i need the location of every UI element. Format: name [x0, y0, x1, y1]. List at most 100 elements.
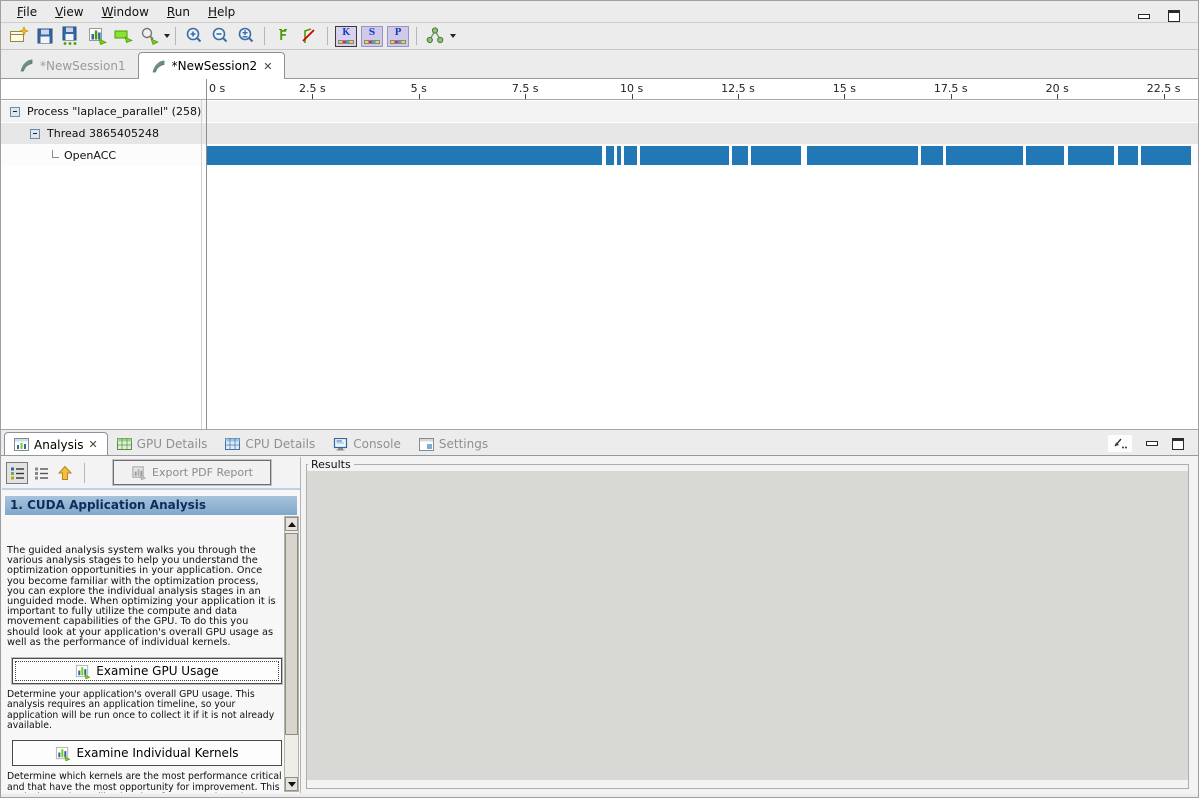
timeline-interval[interactable] — [606, 146, 614, 165]
back-up-button[interactable] — [54, 462, 76, 484]
cpu-details-icon — [225, 438, 240, 450]
timeline-interval[interactable] — [1026, 146, 1064, 165]
timeline-interval[interactable] — [207, 146, 602, 165]
scroll-down-button[interactable] — [285, 777, 298, 791]
close-icon[interactable]: ✕ — [88, 439, 97, 450]
clear-marker-icon — [299, 26, 319, 46]
color-by-process-toggle[interactable]: P — [387, 26, 409, 47]
zoom-out-button[interactable] — [207, 25, 233, 48]
collect-dropdown-caret[interactable] — [164, 34, 170, 38]
examine-individual-kernels-button[interactable]: Examine Individual Kernels — [12, 740, 282, 766]
tick-label: 17.5 s — [934, 82, 968, 95]
tab-session-2[interactable]: *NewSession2 ✕ — [138, 52, 286, 79]
analysis-dropdown-caret[interactable] — [450, 34, 456, 38]
export-pdf-button[interactable]: Export PDF Report — [113, 460, 271, 485]
tick-label: 2.5 s — [299, 82, 326, 95]
tab-analysis[interactable]: Analysis ✕ — [4, 432, 108, 456]
menu-run[interactable]: Run — [159, 3, 198, 21]
thread-tree-label[interactable]: Thread 3865405248 — [47, 127, 159, 140]
tick-label: 10 s — [620, 82, 643, 95]
view-window-controls — [1108, 435, 1184, 452]
results-pane: Results — [301, 457, 1196, 793]
view-menu-button[interactable] — [1108, 435, 1132, 452]
timeline-interval[interactable] — [1141, 146, 1191, 165]
tab-cpu-details[interactable]: CPU Details — [216, 433, 324, 455]
process-tree-label[interactable]: Process "laplace_parallel" (258) — [27, 105, 201, 118]
collapse-process-icon[interactable] — [10, 107, 20, 117]
color-by-kernel-toggle[interactable]: K — [335, 26, 357, 47]
openacc-tree-label[interactable]: OpenACC — [64, 149, 116, 162]
tree-panel-edge — [201, 100, 202, 429]
maximize-icon[interactable] — [1172, 438, 1184, 450]
tick-label: 15 s — [833, 82, 856, 95]
up-arrow-icon — [57, 465, 73, 481]
thread-row[interactable] — [1, 123, 1198, 145]
analysis-scrollbar[interactable] — [284, 516, 299, 792]
new-session-button[interactable] — [6, 25, 32, 48]
maximize-icon[interactable] — [1168, 10, 1180, 22]
zoom-fit-button[interactable] — [233, 25, 259, 48]
bottom-tab-label: Console — [353, 437, 401, 451]
timeline-interval[interactable] — [751, 146, 801, 165]
analysis-intro-text: The guided analysis system walks you thr… — [7, 546, 279, 648]
kernel-letter-icon: K — [342, 29, 350, 38]
color-strip-icon — [338, 40, 354, 44]
analysis-system-button[interactable] — [422, 25, 448, 48]
tick-label: 7.5 s — [512, 82, 539, 95]
save-all-icon — [61, 26, 81, 46]
menu-window[interactable]: Window — [94, 3, 157, 21]
examine-gpu-usage-button[interactable]: Examine GPU Usage — [12, 658, 282, 684]
openacc-track[interactable] — [1, 145, 1198, 167]
scrollbar-thumb[interactable] — [285, 533, 298, 735]
save-session-button[interactable] — [32, 25, 58, 48]
generate-timeline-button[interactable] — [84, 25, 110, 48]
close-icon[interactable]: ✕ — [263, 61, 272, 72]
unguided-analysis-toggle[interactable] — [30, 462, 52, 484]
collect-metrics-button[interactable] — [136, 25, 162, 48]
timeline-interval[interactable] — [1118, 146, 1138, 165]
color-by-stream-toggle[interactable]: S — [361, 26, 383, 47]
session-tab-label: *NewSession2 — [172, 59, 258, 73]
tab-settings[interactable]: Settings — [410, 433, 497, 455]
menu-help[interactable]: Help — [200, 3, 243, 21]
minimize-icon[interactable] — [1138, 14, 1150, 19]
analysis-guide-body: The guided analysis system walks you thr… — [2, 542, 283, 793]
timeline-interval[interactable] — [807, 146, 918, 165]
timeline-interval[interactable] — [1068, 146, 1114, 165]
menu-view[interactable]: View — [47, 3, 91, 21]
process-letter-icon: P — [395, 29, 402, 38]
export-pdf-icon — [131, 465, 146, 480]
tab-console[interactable]: Console — [324, 433, 410, 455]
save-all-button[interactable] — [58, 25, 84, 48]
results-label: Results — [308, 458, 354, 471]
action-button-label: Examine Individual Kernels — [76, 746, 238, 760]
menu-file[interactable]: File — [9, 3, 45, 21]
timeline-interval[interactable] — [921, 146, 943, 165]
timeline-interval[interactable] — [946, 146, 1023, 165]
run-analysis-button[interactable] — [110, 25, 136, 48]
collapse-thread-icon[interactable] — [30, 129, 40, 139]
bottom-tab-label: Settings — [439, 437, 488, 451]
zoom-fit-icon — [236, 26, 256, 46]
scroll-up-button[interactable] — [285, 517, 298, 531]
toolbar-separator — [327, 27, 328, 45]
timeline-interval[interactable] — [640, 146, 729, 165]
timeline-interval[interactable] — [617, 146, 621, 165]
analysis-stage-header: 1. CUDA Application Analysis — [5, 496, 297, 515]
tick-label: 20 s — [1046, 82, 1069, 95]
tab-session-1[interactable]: *NewSession1 — [7, 53, 138, 78]
timeline-interval[interactable] — [624, 146, 637, 165]
add-marker-button[interactable]: F — [270, 25, 296, 48]
tab-gpu-details[interactable]: GPU Details — [108, 433, 217, 455]
analysis-tab-icon — [14, 438, 29, 451]
zoom-in-button[interactable] — [181, 25, 207, 48]
editor-window-controls — [1138, 10, 1180, 22]
hierarchy-icon — [425, 26, 445, 46]
analysis-pane: Export PDF Report 1. CUDA Application An… — [2, 457, 301, 793]
clear-markers-button[interactable] — [296, 25, 322, 48]
guided-analysis-toggle[interactable] — [6, 462, 28, 484]
timeline-interval[interactable] — [732, 146, 748, 165]
minimize-icon[interactable] — [1146, 441, 1158, 446]
unguided-list-icon — [34, 466, 49, 480]
timeline-splitter[interactable] — [206, 79, 207, 429]
